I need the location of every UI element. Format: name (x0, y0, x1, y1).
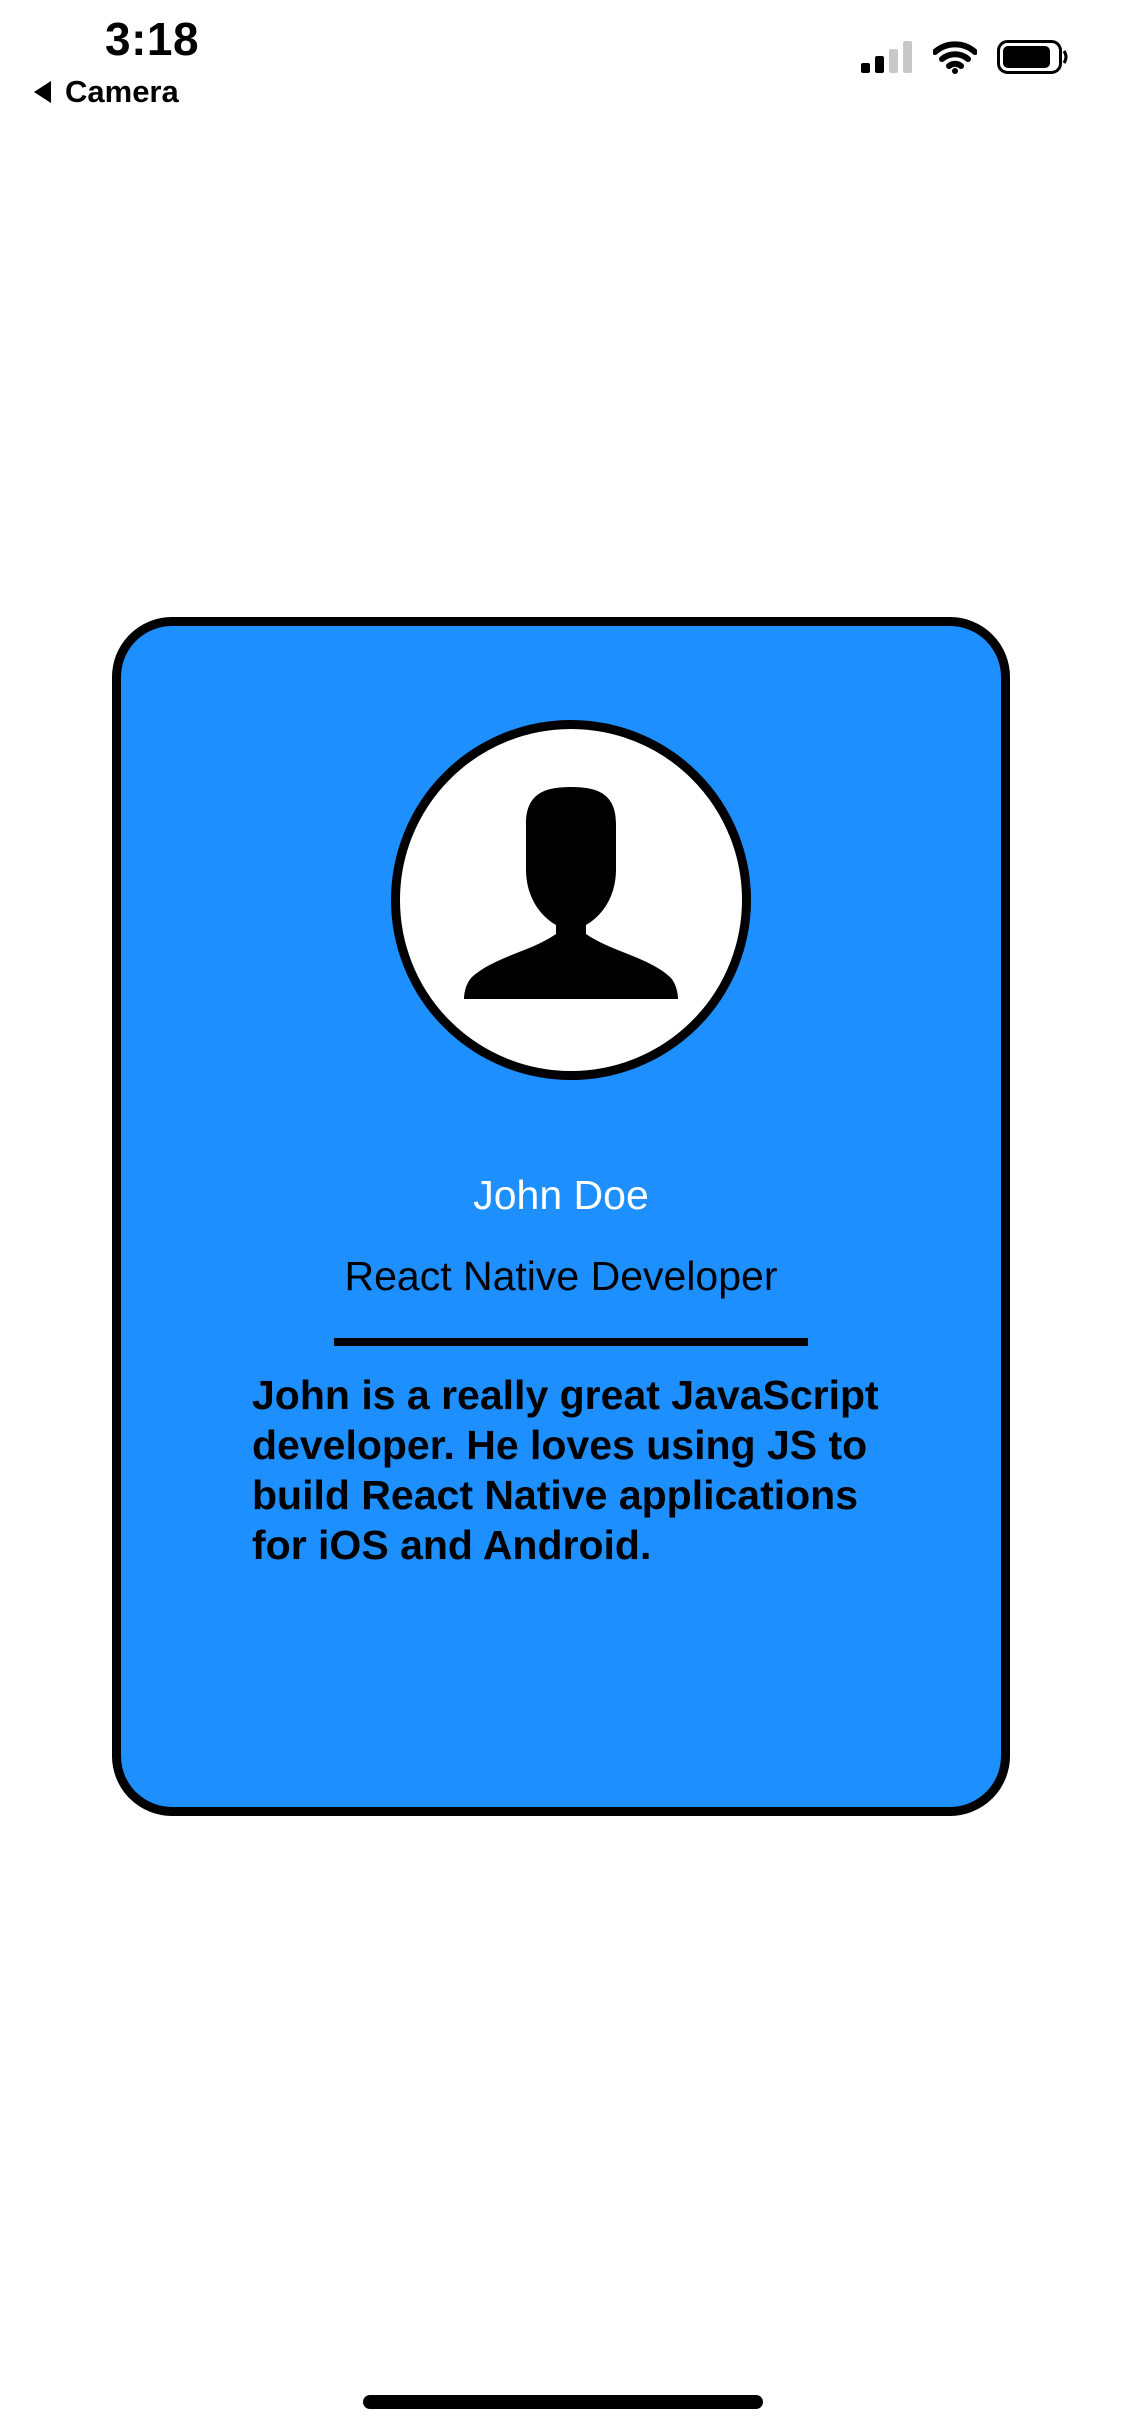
back-to-camera-link[interactable]: Camera (34, 74, 179, 110)
profile-card: John Doe React Native Developer John is … (112, 617, 1010, 1816)
status-bar: 3:18 Camera (0, 0, 1125, 130)
status-time: 3:18 (105, 13, 200, 65)
person-silhouette-icon (464, 787, 678, 999)
back-link-label: Camera (65, 74, 179, 109)
cellular-signal-icon (861, 41, 912, 73)
profile-name: John Doe (473, 1172, 649, 1218)
status-icons (861, 40, 1069, 74)
profile-bio: John is a really great JavaScript develo… (252, 1372, 879, 1568)
profile-role: React Native Developer (344, 1253, 778, 1299)
battery-icon (997, 40, 1068, 74)
divider (334, 1338, 808, 1346)
wifi-icon (933, 41, 977, 74)
back-arrow-icon (34, 81, 51, 103)
home-indicator[interactable] (363, 2395, 763, 2409)
avatar (391, 720, 751, 1080)
